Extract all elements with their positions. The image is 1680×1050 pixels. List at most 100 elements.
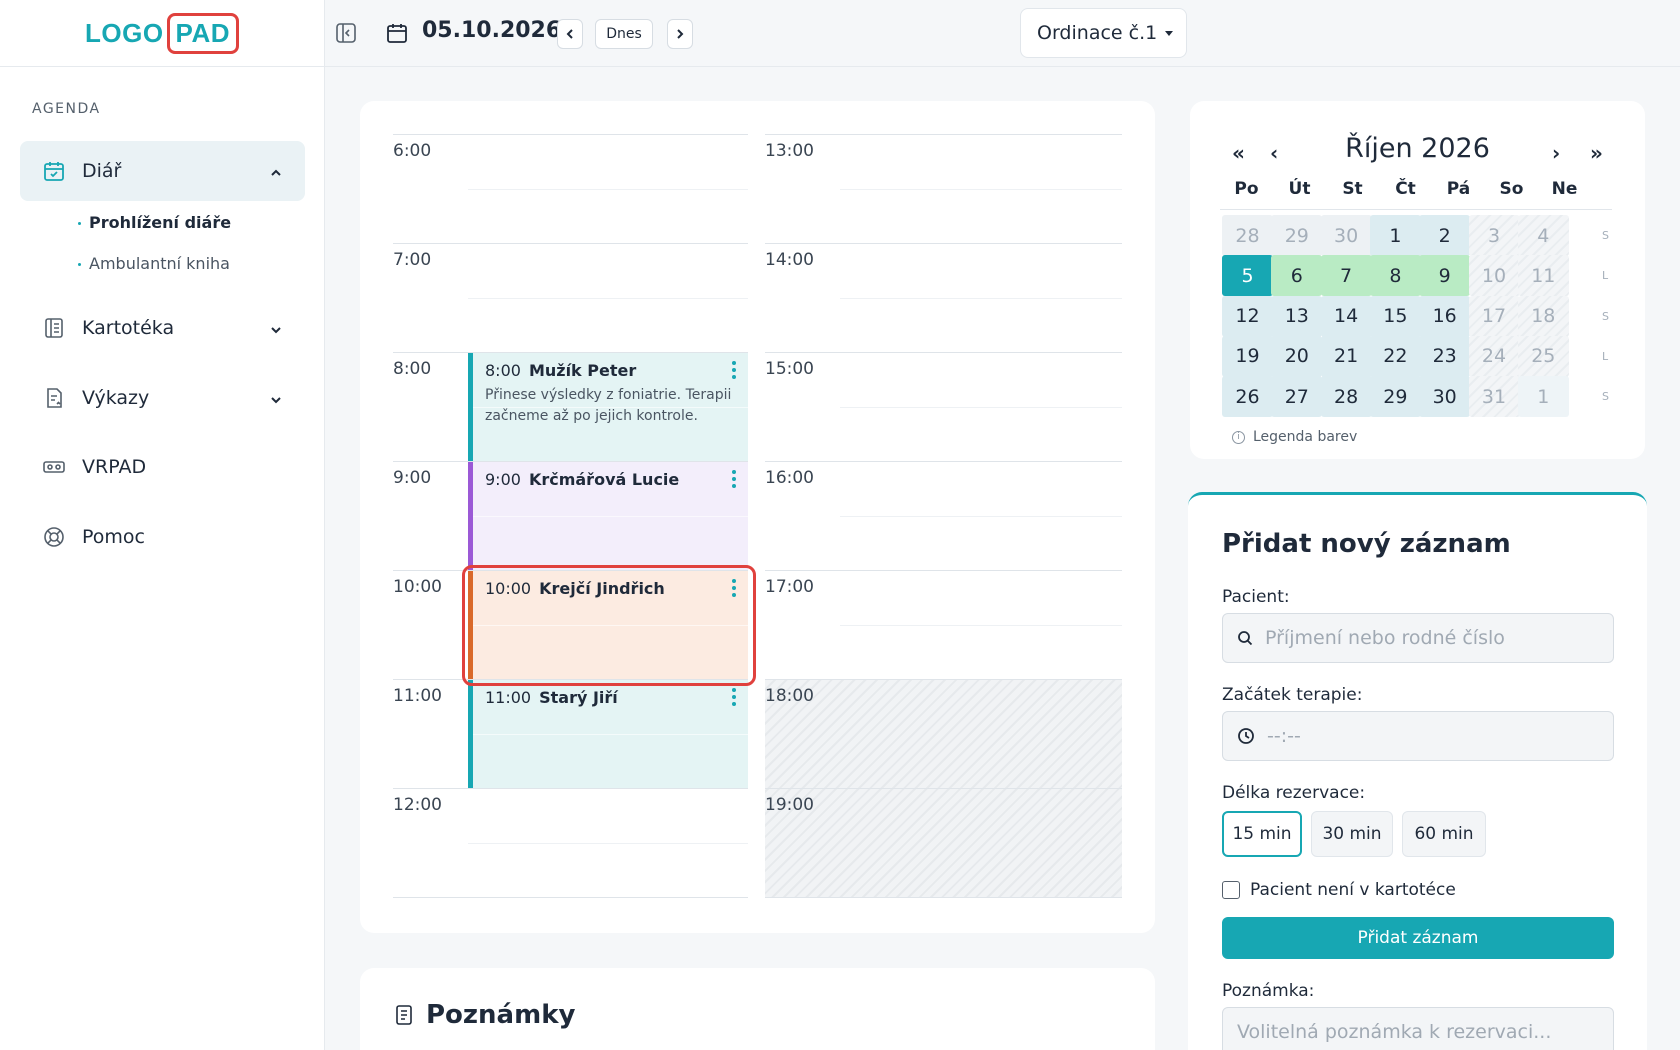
note-input[interactable]: Volitelná poznámka k rezervaci...	[1222, 1007, 1614, 1050]
next-year-button[interactable]: »	[1590, 141, 1603, 165]
hour-line	[393, 897, 748, 898]
appointment-card[interactable]: 11:00 Starý Jiří	[468, 680, 748, 788]
half-hour-line	[840, 407, 1122, 408]
calendar-day[interactable]: 11	[1517, 255, 1569, 297]
clock-icon	[1237, 727, 1255, 745]
sidebar-item-kartoteka[interactable]: Kartotéka	[20, 298, 305, 358]
hour-label: 15:00	[765, 359, 814, 379]
half-hour-line	[840, 516, 1122, 517]
bullet-dot	[78, 222, 81, 225]
calendar-day[interactable]: 29	[1369, 376, 1421, 418]
hour-label: 17:00	[765, 577, 814, 597]
calendar-day[interactable]: 14	[1320, 295, 1372, 337]
sidebar-item-vykazy[interactable]: Výkazy	[20, 368, 305, 428]
calendar-day[interactable]: 8	[1369, 255, 1421, 297]
more-options-icon[interactable]	[732, 470, 736, 491]
lifebuoy-icon	[42, 525, 66, 549]
calendar-day[interactable]: 18	[1517, 295, 1569, 337]
start-time-input[interactable]: --:--	[1222, 711, 1614, 761]
week-parity-marker: L	[1602, 349, 1609, 363]
calendar-day[interactable]: 25	[1517, 335, 1569, 377]
calendar-day[interactable]: 3	[1468, 215, 1520, 256]
hour-label: 7:00	[393, 250, 432, 270]
sidebar: LOGO PAD AGENDA Diář Prohlížení diáře Am…	[0, 0, 325, 1050]
duration-30-button[interactable]: 30 min	[1311, 811, 1393, 857]
start-time-placeholder: --:--	[1267, 725, 1301, 747]
sidebar-toggle-icon[interactable]	[335, 22, 357, 48]
not-in-file-checkbox[interactable]	[1222, 881, 1240, 899]
calendar-day[interactable]: 28	[1222, 215, 1273, 256]
hour-label: 10:00	[393, 577, 442, 597]
calendar-day[interactable]: 19	[1222, 335, 1273, 377]
chevron-down-icon	[269, 390, 283, 412]
calendar-day[interactable]: 23	[1419, 335, 1471, 377]
not-in-file-checkbox-row[interactable]: Pacient není v kartotéce	[1222, 880, 1456, 900]
calendar-day[interactable]: 20	[1271, 335, 1323, 377]
next-day-button[interactable]	[667, 19, 693, 49]
calendar-day[interactable]: 16	[1419, 295, 1471, 337]
calendar-day[interactable]: 24	[1468, 335, 1520, 377]
note-document-icon	[394, 1004, 414, 1030]
report-icon	[42, 386, 66, 410]
calendar-day[interactable]: 1	[1369, 215, 1421, 256]
calendar-day[interactable]: 29	[1271, 215, 1323, 256]
sidebar-subitem-prohlizeni[interactable]: Prohlížení diáře	[78, 213, 231, 232]
calendar-day[interactable]: 15	[1369, 295, 1421, 337]
chevron-up-icon	[269, 163, 283, 185]
sidebar-item-vrpad[interactable]: VRPAD	[20, 437, 305, 497]
logo[interactable]: LOGO PAD	[85, 12, 240, 54]
appointment-card[interactable]: 8:00 Mužík Peter Přinese výsledky z fonia…	[468, 353, 748, 461]
search-icon	[1237, 630, 1253, 646]
sidebar-subitem-ambulantni[interactable]: Ambulantní kniha	[78, 254, 230, 273]
duration-15-button[interactable]: 15 min	[1222, 811, 1302, 857]
calendar-day[interactable]: 7	[1320, 255, 1372, 297]
calendar-day[interactable]: 26	[1222, 376, 1273, 418]
calendar-day[interactable]: 30	[1320, 215, 1372, 256]
appointment-card[interactable]: 9:00 Krčmářová Lucie	[468, 462, 748, 570]
color-legend-link[interactable]: i Legenda barev	[1232, 429, 1357, 445]
calendar-day[interactable]: 30	[1419, 376, 1471, 418]
duration-60-button[interactable]: 60 min	[1402, 811, 1486, 857]
section-label: AGENDA	[32, 101, 101, 117]
calendar-day-today[interactable]: 5	[1222, 255, 1273, 297]
hour-label: 6:00	[393, 141, 432, 161]
calendar-day[interactable]: 27	[1271, 376, 1323, 418]
calendar-day[interactable]: 22	[1369, 335, 1421, 377]
weekday-label: Pá	[1446, 179, 1471, 199]
calendar-day[interactable]: 9	[1419, 255, 1471, 297]
calendar-day[interactable]: 13	[1271, 295, 1323, 337]
sidebar-item-pomoc[interactable]: Pomoc	[20, 507, 305, 567]
more-options-icon[interactable]	[732, 688, 736, 709]
calendar-day[interactable]: 10	[1468, 255, 1520, 297]
notes-card: Poznámky	[360, 968, 1155, 1050]
calendar-day[interactable]: 28	[1320, 376, 1372, 418]
hour-label: 18:00	[765, 686, 814, 706]
patient-search-input[interactable]: Příjmení nebo rodné číslo	[1222, 613, 1614, 663]
calendar-day[interactable]: 31	[1468, 376, 1520, 418]
today-button[interactable]: Dnes	[595, 19, 653, 49]
calendar-day[interactable]: 2	[1419, 215, 1471, 256]
hour-line	[765, 243, 1122, 244]
hour-line	[765, 134, 1122, 135]
hour-label: 8:00	[393, 359, 432, 379]
office-select[interactable]: Ordinace č.1	[1020, 8, 1187, 58]
next-month-button[interactable]: ›	[1552, 141, 1560, 165]
legend-label: Legenda barev	[1253, 429, 1358, 445]
calendar-day[interactable]: 1	[1517, 376, 1569, 418]
calendar-icon	[385, 21, 409, 49]
bullet-dot	[78, 263, 81, 266]
calendar-day[interactable]: 6	[1271, 255, 1323, 297]
sidebar-item-diar[interactable]: Diář	[20, 141, 305, 201]
prev-day-button[interactable]	[557, 19, 583, 49]
more-options-icon[interactable]	[732, 361, 736, 382]
hour-line	[393, 134, 748, 135]
calendar-day[interactable]: 21	[1320, 335, 1372, 377]
calendar-day[interactable]: 4	[1517, 215, 1569, 256]
calendar-day[interactable]: 12	[1222, 295, 1273, 337]
add-record-button[interactable]: Přidat záznam	[1222, 917, 1614, 959]
sidebar-item-label: Pomoc	[82, 526, 145, 548]
calendar-check-icon	[42, 159, 66, 183]
selected-appointment-highlight	[462, 565, 756, 686]
half-hour-line	[473, 734, 748, 735]
calendar-day[interactable]: 17	[1468, 295, 1520, 337]
